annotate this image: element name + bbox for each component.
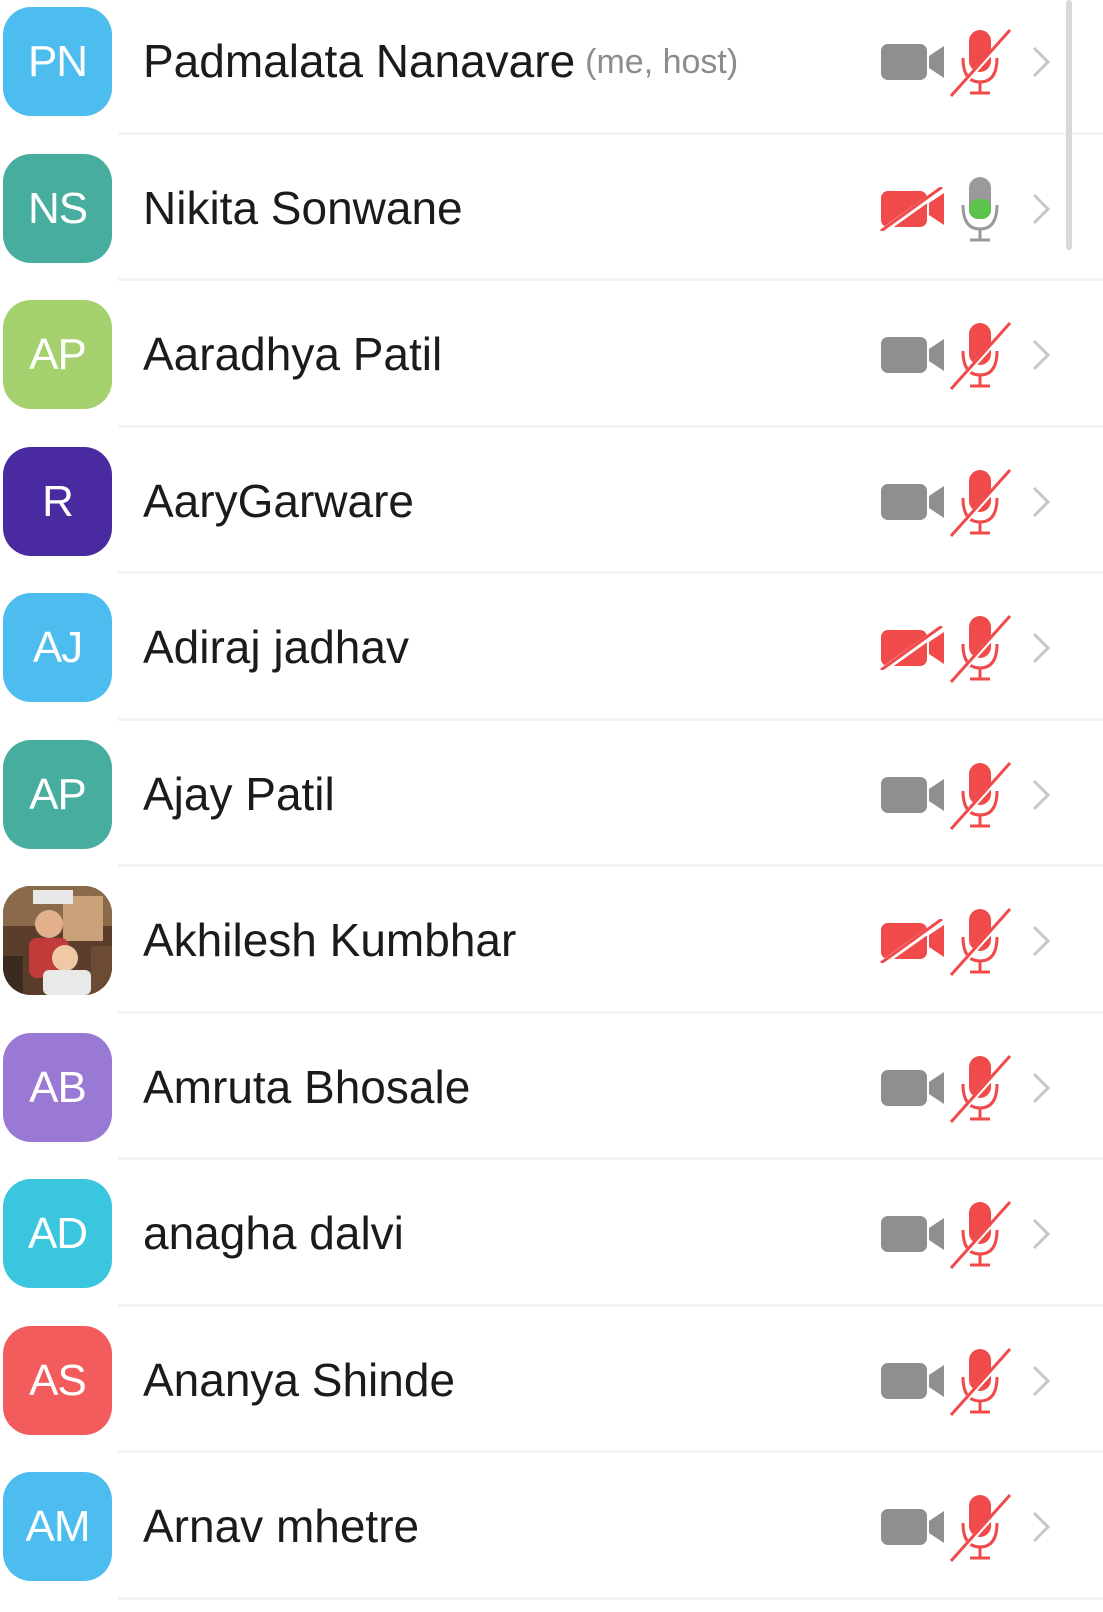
microphone-icon[interactable] bbox=[948, 175, 1014, 245]
participant-name-text: Amruta Bhosale bbox=[143, 1060, 471, 1113]
avatar: NS bbox=[3, 153, 112, 263]
video-off-icon[interactable] bbox=[880, 185, 946, 233]
participant-name: Amruta Bhosale bbox=[143, 1058, 470, 1116]
chevron-right-icon[interactable] bbox=[1030, 631, 1052, 665]
participant-row[interactable]: NS Nikita Sonwane bbox=[0, 135, 1103, 281]
chevron-right-icon[interactable] bbox=[1030, 778, 1052, 812]
avatar: AM bbox=[3, 1472, 112, 1581]
participant-name-text: Ajay Patil bbox=[143, 767, 335, 820]
video-camera-icon[interactable] bbox=[880, 40, 946, 84]
chevron-right-icon[interactable] bbox=[1030, 338, 1052, 372]
participant-row[interactable]: AS Ananya Shinde bbox=[0, 1307, 1103, 1453]
participant-name-text: Aaradhya Patil bbox=[143, 328, 443, 380]
microphone-muted-icon[interactable] bbox=[948, 1347, 1014, 1417]
participant-row[interactable]: AM Arnav mhetre bbox=[0, 1453, 1103, 1600]
participant-list: PN Padmalata Nanavare (me, host) NS Nikita S… bbox=[0, 0, 1103, 1600]
video-camera-icon[interactable] bbox=[880, 480, 946, 524]
participant-row[interactable]: AJ Adiraj jadhav bbox=[0, 574, 1103, 721]
microphone-muted-icon[interactable] bbox=[948, 1054, 1014, 1124]
chevron-right-icon[interactable] bbox=[1030, 485, 1052, 519]
chevron-right-icon[interactable] bbox=[1030, 1364, 1052, 1398]
participant-name-text: Adiraj jadhav bbox=[143, 621, 409, 673]
participant-row[interactable]: PN Padmalata Nanavare (me, host) bbox=[0, 0, 1103, 135]
avatar: R bbox=[3, 446, 112, 556]
row-divider bbox=[118, 1596, 1103, 1600]
avatar: AB bbox=[3, 1032, 112, 1142]
video-camera-icon[interactable] bbox=[880, 1066, 946, 1110]
participant-name-text: Padmalata Nanavare bbox=[143, 35, 576, 87]
video-camera-icon[interactable] bbox=[880, 773, 946, 817]
chevron-right-icon[interactable] bbox=[1030, 1510, 1052, 1544]
microphone-muted-icon[interactable] bbox=[948, 321, 1014, 391]
microphone-muted-icon[interactable] bbox=[948, 28, 1014, 98]
microphone-muted-icon[interactable] bbox=[948, 1200, 1014, 1270]
microphone-muted-icon[interactable] bbox=[948, 468, 1014, 538]
participant-name: Ajay Patil bbox=[143, 765, 335, 823]
microphone-muted-icon[interactable] bbox=[948, 1493, 1014, 1563]
chevron-right-icon[interactable] bbox=[1030, 45, 1052, 79]
microphone-muted-icon[interactable] bbox=[948, 907, 1014, 977]
microphone-muted-icon[interactable] bbox=[948, 761, 1014, 831]
participant-name: Adiraj jadhav bbox=[143, 618, 409, 676]
participant-name: Padmalata Nanavare (me, host) bbox=[143, 32, 738, 95]
avatar: AD bbox=[3, 1179, 112, 1288]
participant-row[interactable]: Akhilesh Kumbhar bbox=[0, 867, 1103, 1014]
participant-name-text: Nikita Sonwane bbox=[143, 181, 463, 234]
participant-name: Aaradhya Patil bbox=[143, 325, 442, 383]
chevron-right-icon[interactable] bbox=[1030, 1071, 1052, 1105]
avatar: AJ bbox=[3, 593, 112, 702]
video-off-icon[interactable] bbox=[880, 917, 946, 966]
chevron-right-icon[interactable] bbox=[1030, 1217, 1052, 1251]
participant-row[interactable]: AD anagha dalvi bbox=[0, 1160, 1103, 1307]
avatar: AS bbox=[3, 1325, 112, 1435]
participant-name: Ananya Shinde bbox=[143, 1351, 455, 1409]
participant-name-text: Akhilesh Kumbhar bbox=[143, 914, 517, 966]
participant-name: Arnav mhetre bbox=[143, 1497, 419, 1555]
avatar: AP bbox=[3, 739, 112, 849]
participant-name: AaryGarware bbox=[143, 472, 414, 530]
avatar: PN bbox=[3, 7, 112, 116]
participant-name: Nikita Sonwane bbox=[143, 179, 463, 237]
avatar-photo bbox=[3, 886, 112, 995]
participant-name-text: AaryGarware bbox=[143, 474, 414, 527]
participant-row[interactable]: AP Aaradhya Patil bbox=[0, 281, 1103, 428]
participant-name: anagha dalvi bbox=[143, 1204, 404, 1262]
chevron-right-icon[interactable] bbox=[1030, 192, 1052, 226]
video-camera-icon[interactable] bbox=[880, 333, 946, 377]
participant-name-text: anagha dalvi bbox=[143, 1207, 404, 1259]
chevron-right-icon[interactable] bbox=[1030, 924, 1052, 958]
participant-name-text: Ananya Shinde bbox=[143, 1353, 456, 1406]
participant-name: Akhilesh Kumbhar bbox=[143, 911, 516, 969]
video-camera-icon[interactable] bbox=[880, 1212, 946, 1256]
participant-row[interactable]: AB Amruta Bhosale bbox=[0, 1014, 1103, 1160]
scrollbar[interactable] bbox=[1066, 0, 1072, 250]
role-tag: (me, host) bbox=[585, 43, 739, 81]
video-camera-icon[interactable] bbox=[880, 1505, 946, 1549]
video-camera-icon[interactable] bbox=[880, 1359, 946, 1403]
microphone-muted-icon[interactable] bbox=[948, 614, 1014, 684]
participant-name-text: Arnav mhetre bbox=[143, 1500, 420, 1552]
video-off-icon[interactable] bbox=[880, 624, 946, 673]
participant-row[interactable]: R AaryGarware bbox=[0, 428, 1103, 574]
avatar: AP bbox=[3, 300, 112, 409]
participant-row[interactable]: AP Ajay Patil bbox=[0, 721, 1103, 867]
